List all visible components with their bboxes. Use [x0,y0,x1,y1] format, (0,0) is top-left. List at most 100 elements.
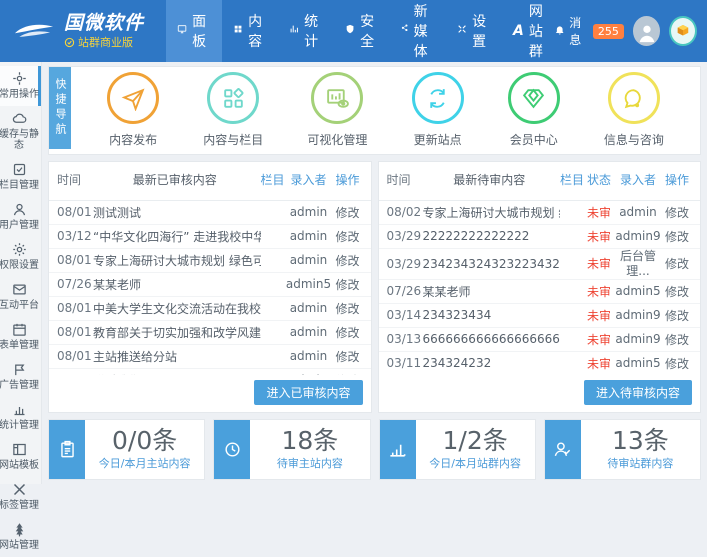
column-header-column: 栏目 [261,173,285,188]
row-edit-link[interactable]: 修改 [333,228,363,245]
enter-pending-button[interactable]: 进入待审核内容 [584,380,692,405]
table-row: 03/14 234323434 未审 admin9 修改 [379,304,701,328]
sidebar-item-site-management[interactable]: 网站管理 [0,517,41,557]
app-logo[interactable]: 国微软件 站群商业版 [0,0,154,62]
nav-item-content[interactable]: 内容 [222,0,278,62]
row-title-link[interactable]: 测试测试 [93,204,261,221]
sidebar-label: 网站模板 [0,460,39,471]
table-row: 03/13 666666666666666666 未审 admin9 修改 [379,328,701,352]
sidebar-item-cache-static[interactable]: 缓存与静态 [0,106,41,157]
sidebar-item-common-operations[interactable]: 常用操作 [0,66,41,106]
table-row: 08/01 教育部关于切实加强和改学风建设的实施意见 admin 修改 [49,321,371,345]
template-icon [12,442,27,457]
row-title-link[interactable]: 专家上海研讨大城市规划 绿色可持续城市仍为热点... [423,204,561,221]
row-edit-link[interactable]: 修改 [333,204,363,221]
column-header-action: 操作 [662,173,692,188]
stat-card-pending-group[interactable]: 13条 待审站群内容 [544,419,701,481]
refresh-icon [412,72,464,124]
row-user: admin5 [614,284,662,299]
row-user: admin [285,229,333,244]
messages-label: 消息 [569,14,589,48]
sidebar-item-user-management[interactable]: 用户管理 [0,197,41,237]
enter-approved-button[interactable]: 进入已审核内容 [254,380,362,405]
shield-icon [345,24,355,39]
nav-item-statistics[interactable]: 统计 [278,0,334,62]
nav-item-new-media[interactable]: 新媒体 [390,0,446,62]
sidebar-item-interactive-platform[interactable]: 互动平台 [0,277,41,317]
row-title-link[interactable]: 教育部关于切实加强和改学风建设的实施意见 [93,324,261,341]
row-edit-link[interactable]: 修改 [662,307,692,324]
stat-card-pending-main-site[interactable]: 18条 待审主站内容 [213,419,370,481]
table-row: 07/26 某某老师 admin5 修改 [49,273,371,297]
sidebar-item-tag-management[interactable]: 标签管理 [0,477,41,517]
clock-icon [214,420,250,480]
quick-nav-content-publish[interactable]: 内容发布 [107,72,159,148]
sidebar-item-column-management[interactable]: 栏目管理 [0,157,41,197]
row-edit-link[interactable]: 修改 [333,252,363,269]
nav-item-settings[interactable]: 设置 [446,0,502,62]
quick-nav-info-consult[interactable]: 信息与咨询 [604,72,664,148]
table-row: 03/29 234234324323223432 未审 后台管理... 修改 [379,249,701,280]
row-time: 03/14 [387,308,423,322]
row-title-link[interactable]: 234323434 [423,308,561,322]
nav-item-security[interactable]: 安全 [334,0,390,62]
row-title-link[interactable]: 234324232 [423,356,561,370]
quick-nav-member-center[interactable]: 会员中心 [508,72,560,148]
row-title-link[interactable]: 666666666666666666 [423,332,561,346]
sidebar-item-permission-settings[interactable]: 权限设置 [0,237,41,277]
quick-nav-update-site[interactable]: 更新站点 [412,72,464,148]
quick-nav-content-columns[interactable]: 内容与栏目 [203,72,263,148]
row-edit-link[interactable]: 修改 [333,276,363,293]
row-edit-link[interactable]: 修改 [662,355,692,372]
table-row: 08/01 测试测试 admin 修改 [49,201,371,225]
table-row: 08/02 专家上海研讨大城市规划 绿色可持续城市仍为热点... 未审 admi… [379,201,701,225]
sidebar-item-form-management[interactable]: 表单管理 [0,317,41,357]
sidebar-label: 广告管理 [0,380,39,391]
row-edit-link[interactable]: 修改 [662,283,692,300]
row-edit-link[interactable]: 修改 [662,331,692,348]
row-title-link[interactable]: 某某老师 [423,283,561,300]
row-title-link[interactable]: 234234324323223432 [423,257,561,271]
sidebar-label: 表单管理 [0,340,39,351]
row-edit-link[interactable]: 修改 [662,228,692,245]
nav-label: 新媒体 [414,1,435,61]
row-title-link[interactable]: “中华文化四海行” 走进我校中华文化四海行” 走进我校(图文)... [93,228,261,245]
row-time: 08/01 [57,349,93,363]
row-edit-link[interactable]: 修改 [333,324,363,341]
sidebar-item-site-template[interactable]: 网站模板 [0,437,41,477]
row-title-link[interactable]: 专家上海研讨大城市规划 绿色可持续城市仍为热点 [93,252,261,269]
stat-value: 1/2条 [443,428,508,453]
column-header-column: 栏目 [560,173,584,188]
avatar[interactable] [633,16,660,46]
messages-button[interactable]: 消息 255 [554,14,624,48]
quick-nav-label: 内容发布 [109,131,157,148]
sidebar-label: 用户管理 [0,220,39,231]
stat-card-group-content[interactable]: 1/2条 今日/本月站群内容 [379,419,536,481]
row-title-link[interactable]: 中美大学生文化交流活动在我校举行 [93,300,261,317]
row-title-link[interactable]: 主站推送给分站 [93,348,261,365]
row-title-link[interactable]: 某某老师 [93,276,261,293]
row-edit-link[interactable]: 修改 [662,204,692,221]
clipboard-icon [49,420,85,480]
quick-nav-label: 会员中心 [510,131,558,148]
row-edit-link[interactable]: 修改 [662,255,692,272]
row-edit-link[interactable]: 修改 [333,348,363,365]
nav-label: 设置 [472,11,491,51]
sidebar-item-ad-management[interactable]: 广告管理 [0,357,41,397]
row-title-link[interactable]: 22222222222222 [423,229,561,243]
approved-content-table: 时间 最新已审核内容 栏目 录入者 操作 08/01 测试测试 admin [48,161,372,413]
package-button[interactable] [669,16,697,46]
sidebar-item-statistics-management[interactable]: 统计管理 [0,397,41,437]
edition-label: 站群商业版 [78,37,133,50]
tree-icon [12,522,27,537]
row-edit-link[interactable]: 修改 [333,300,363,317]
column-header-status: 状态 [584,173,614,188]
stat-card-main-site-content[interactable]: 0/0条 今日/本月主站内容 [48,419,205,481]
table-row: 03/29 22222222222222 未审 admin9 修改 [379,225,701,249]
status-badge: 未审 [584,331,614,348]
monitor-eye-icon [311,72,363,124]
nav-item-site-group[interactable]: A 网站群 [502,0,554,62]
quick-nav-visual-management[interactable]: 可视化管理 [307,72,367,148]
quick-nav-tab[interactable]: 快捷导航 [49,67,71,149]
nav-item-panel[interactable]: 面板 [166,0,222,62]
